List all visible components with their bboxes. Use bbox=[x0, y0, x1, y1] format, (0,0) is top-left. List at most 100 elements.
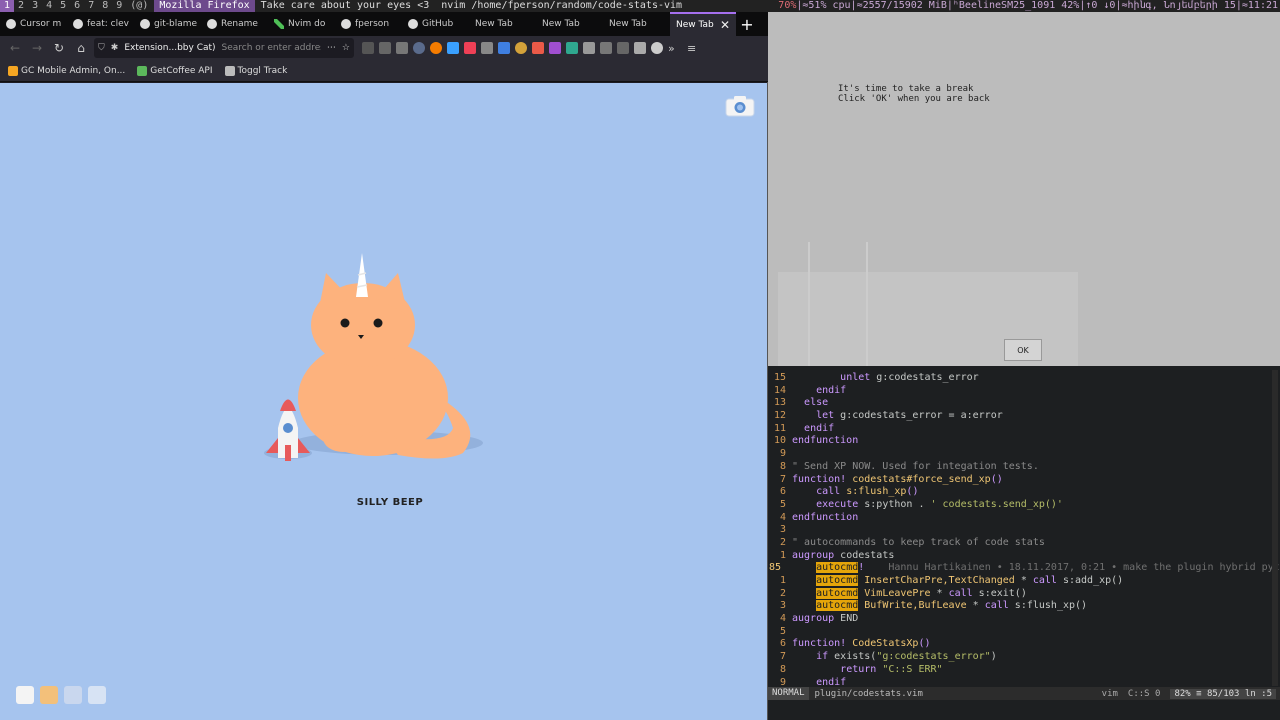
camera-icon[interactable] bbox=[725, 95, 755, 117]
code-line[interactable]: 2 autocmd VimLeavePre * call s:exit() bbox=[768, 587, 1272, 601]
new-tab-button[interactable]: + bbox=[736, 12, 758, 36]
tab-label: New Tab bbox=[542, 19, 580, 29]
bookmark-2[interactable]: GetCoffee API bbox=[137, 65, 213, 76]
home-button[interactable]: ⌂ bbox=[72, 39, 90, 57]
forward-button[interactable]: → bbox=[28, 39, 46, 57]
window-title-break[interactable]: Take care about your eyes <3 bbox=[255, 0, 436, 12]
star-bookmark-icon[interactable]: ☆ bbox=[342, 43, 350, 53]
workspace-3[interactable]: 3 bbox=[28, 0, 42, 12]
code-line[interactable]: 15 unlet g:codestats_error bbox=[768, 372, 1272, 385]
code-line[interactable]: 14 endif bbox=[768, 385, 1272, 398]
browser-tab-5[interactable]: Nvim do bbox=[268, 12, 335, 36]
code-line[interactable]: 5 bbox=[768, 626, 1272, 639]
code-line[interactable]: 7 if exists("g:codestats_error") bbox=[768, 651, 1272, 664]
code-line[interactable]: 1 autocmd InsertCharPre,TextChanged * ca… bbox=[768, 575, 1272, 588]
brush-ext-icon[interactable] bbox=[617, 42, 629, 54]
workspace-7[interactable]: 7 bbox=[84, 0, 98, 12]
code-line[interactable]: 4 augroup END bbox=[768, 613, 1272, 626]
close-tab-icon[interactable]: ✕ bbox=[720, 18, 730, 32]
code-line[interactable]: 6 call s:flush_xp() bbox=[768, 486, 1272, 499]
code-line[interactable]: 10 endfunction bbox=[768, 435, 1272, 448]
rocket-small-icon[interactable] bbox=[64, 686, 82, 704]
ok-button[interactable]: OK bbox=[1004, 339, 1042, 361]
code-line[interactable]: 85 autocmd! Hannu Hartikainen • 18.11.20… bbox=[768, 562, 1280, 575]
workspace-10[interactable]: (@) bbox=[126, 0, 152, 12]
workspace-9[interactable]: 9 bbox=[112, 0, 126, 12]
lock-ext-icon[interactable] bbox=[634, 42, 646, 54]
grid-icon[interactable] bbox=[396, 42, 408, 54]
workspace-2[interactable]: 2 bbox=[14, 0, 28, 12]
system-status: 70%|≈51% cpu|≈2557/15902 MiB|ʰBeelineSM2… bbox=[778, 0, 1280, 12]
browser-tab-4[interactable]: Rename bbox=[201, 12, 268, 36]
code-line[interactable]: 9 bbox=[768, 448, 1272, 461]
window-title-nvim[interactable]: nvim /home/fperson/random/code-stats-vim bbox=[435, 0, 688, 12]
back-button[interactable]: ← bbox=[6, 39, 24, 57]
dark-reader-icon[interactable] bbox=[583, 42, 595, 54]
code-line[interactable]: 13 else bbox=[768, 397, 1272, 410]
bookmark-1[interactable]: GC Mobile Admin, On... bbox=[8, 65, 125, 76]
workspace-1[interactable]: 1 bbox=[0, 0, 15, 12]
workspace-6[interactable]: 6 bbox=[70, 0, 84, 12]
box-ext-icon[interactable] bbox=[532, 42, 544, 54]
code-line[interactable]: 2 " autocommands to keep track of code st… bbox=[768, 537, 1272, 550]
stack-icon[interactable] bbox=[447, 42, 459, 54]
code-text: autocmd VimLeavePre * call s:exit() bbox=[816, 587, 1027, 599]
bookmark-3[interactable]: Toggl Track bbox=[224, 65, 287, 76]
scrollbar[interactable] bbox=[1272, 370, 1278, 686]
info-icon[interactable] bbox=[88, 686, 106, 704]
code-line[interactable]: 12 let g:codestats_error = a:error bbox=[768, 410, 1272, 423]
codestats-counter: C::S 0 bbox=[1127, 688, 1161, 699]
camera-ext-icon[interactable] bbox=[600, 42, 612, 54]
line-number: 2 bbox=[779, 536, 786, 548]
vim-mode: NORMAL bbox=[768, 687, 809, 700]
avatar-icon[interactable] bbox=[413, 42, 425, 54]
privacy-badger-icon[interactable] bbox=[481, 42, 493, 54]
user-ext-icon[interactable] bbox=[651, 42, 663, 54]
workspace-list[interactable]: 1 2 3 4 5 6 7 8 9 (@) bbox=[0, 0, 152, 12]
firefox-icon[interactable] bbox=[430, 42, 442, 54]
reload-button[interactable]: ↻ bbox=[50, 39, 68, 57]
shield-icon[interactable]: ⛉ bbox=[98, 43, 105, 53]
code-line[interactable]: 1 augroup codestats bbox=[768, 550, 1272, 563]
page-actions-icon[interactable]: ⋯ bbox=[327, 43, 336, 53]
line-number: 4 bbox=[779, 613, 786, 625]
browser-tab-7[interactable]: GitHub bbox=[402, 12, 469, 36]
cube-ext-icon[interactable] bbox=[549, 42, 561, 54]
workspace-8[interactable]: 8 bbox=[98, 0, 112, 12]
address-input[interactable]: Search or enter address bbox=[222, 43, 321, 53]
overflow-icon[interactable]: » bbox=[668, 42, 682, 55]
browser-tab-11[interactable]: New Tab ✕ bbox=[670, 12, 736, 36]
library-icon[interactable] bbox=[362, 42, 374, 54]
shield-ext-icon[interactable] bbox=[498, 42, 510, 54]
browser-tab-3[interactable]: git-blame bbox=[134, 12, 201, 36]
menu-icon[interactable]: ≡ bbox=[687, 42, 701, 55]
code-line[interactable]: 3 bbox=[768, 524, 1272, 537]
browser-tab-2[interactable]: feat: clev bbox=[67, 12, 134, 36]
pocket-icon[interactable] bbox=[464, 42, 476, 54]
code-line[interactable]: 6 function! CodeStatsXp() bbox=[768, 638, 1272, 651]
s-ext-icon[interactable] bbox=[566, 42, 578, 54]
code-line[interactable]: 3 autocmd BufWrite,BufLeave * call s:flu… bbox=[768, 600, 1272, 613]
nvim-editor[interactable]: 15 unlet g:codestats_error 14 endif 13 els… bbox=[768, 366, 1280, 720]
workspace-5[interactable]: 5 bbox=[56, 0, 70, 12]
url-bar[interactable]: ⛉ ✱ Extension...bby Cat) Search or enter… bbox=[94, 38, 354, 58]
browser-tab-10[interactable]: New Tab bbox=[603, 12, 670, 36]
editor-buffer[interactable]: 15 unlet g:codestats_error 14 endif 13 els… bbox=[768, 372, 1280, 689]
code-line[interactable]: 11 endif bbox=[768, 423, 1272, 436]
browser-tab-6[interactable]: fperson bbox=[335, 12, 402, 36]
workspace-4[interactable]: 4 bbox=[42, 0, 56, 12]
sidebar-icon[interactable] bbox=[379, 42, 391, 54]
browser-tab-8[interactable]: New Tab bbox=[469, 12, 536, 36]
code-line[interactable]: 8 " Send XP NOW. Used for integation test… bbox=[768, 461, 1272, 474]
shuffle-icon[interactable] bbox=[16, 686, 34, 704]
code-line[interactable]: 5 execute s:python . ' codestats.send_xp… bbox=[768, 499, 1272, 512]
close-circle-icon[interactable] bbox=[515, 42, 527, 54]
browser-tab-1[interactable]: Cursor m bbox=[0, 12, 67, 36]
code-line[interactable]: 8 return "C::S ERR" bbox=[768, 664, 1272, 677]
browser-tab-9[interactable]: New Tab bbox=[536, 12, 603, 36]
code-line[interactable]: 4 endfunction bbox=[768, 512, 1272, 525]
code-line[interactable]: 7 function! codestats#force_send_xp() bbox=[768, 474, 1272, 487]
box-icon[interactable] bbox=[40, 686, 58, 704]
github-icon bbox=[73, 19, 83, 29]
line-number: 5 bbox=[779, 625, 786, 637]
